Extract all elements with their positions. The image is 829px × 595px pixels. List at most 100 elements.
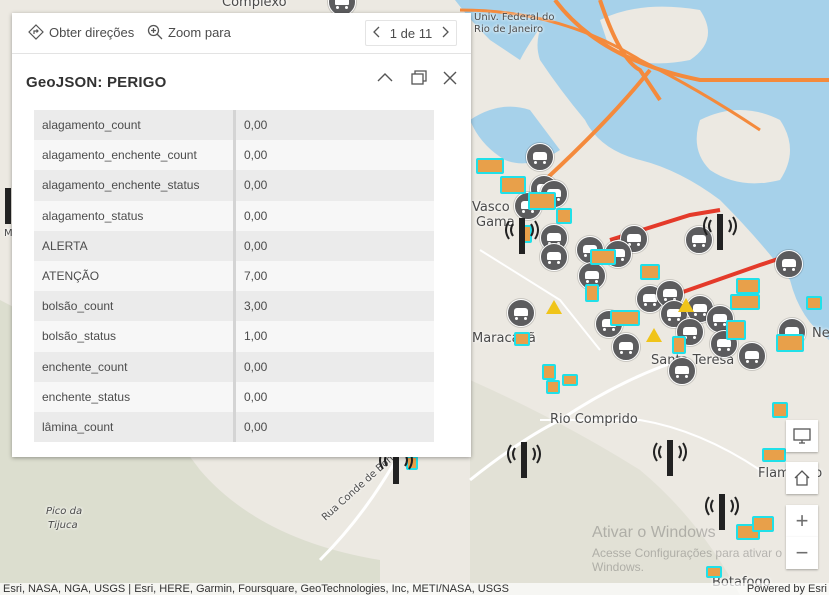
table-row: alagamento_count 0,00 — [34, 110, 434, 141]
tower-icon[interactable] — [506, 438, 542, 482]
label-complexo: Complexo — [222, 0, 287, 10]
attribute-value: 0,00 — [234, 140, 434, 171]
car-marker[interactable] — [668, 357, 696, 385]
tower-icon[interactable] — [702, 210, 738, 254]
feature-pager: 1 de 11 — [365, 20, 457, 46]
attribute-value: 7,00 — [234, 260, 434, 292]
warning-icon[interactable] — [546, 300, 562, 314]
attribute-key: alagamento_status — [34, 200, 236, 231]
table-row: lâmina_count 0,00 — [34, 411, 434, 443]
windows-watermark-title: Ativar o Windows — [592, 524, 716, 541]
attribute-key: enchente_status — [34, 381, 236, 412]
chevron-left-icon — [373, 26, 380, 37]
attribute-value: 0,00 — [234, 110, 434, 141]
tower-icon[interactable] — [504, 214, 540, 258]
popup-title: GeoJSON: PERIGO — [26, 74, 167, 91]
home-button[interactable] — [786, 462, 818, 494]
alert-marker[interactable] — [776, 334, 804, 352]
table-row: bolsão_status 1,00 — [34, 321, 434, 352]
alert-marker[interactable] — [590, 249, 616, 265]
zoom-to-button[interactable]: Zoom para — [147, 24, 231, 40]
home-icon — [794, 470, 810, 486]
alert-marker[interactable] — [610, 310, 640, 326]
car-marker[interactable] — [540, 243, 568, 271]
alert-marker[interactable] — [752, 516, 774, 532]
table-row: bolsão_count 3,00 — [34, 291, 434, 322]
alert-marker[interactable] — [546, 380, 560, 394]
attribute-key: bolsão_count — [34, 291, 236, 322]
attribute-key: alagamento_enchente_count — [34, 140, 236, 171]
alert-marker[interactable] — [772, 402, 788, 418]
zoom-out-button[interactable]: − — [786, 537, 818, 569]
zoom-in-glyph: + — [795, 508, 809, 533]
close-icon[interactable] — [441, 69, 459, 87]
table-row: ALERTA 0,00 — [34, 230, 434, 261]
popup-header: GeoJSON: PERIGO — [12, 53, 471, 108]
alert-marker[interactable] — [476, 158, 504, 174]
attribute-key: bolsão_status — [34, 321, 236, 352]
car-marker[interactable] — [738, 342, 766, 370]
car-marker[interactable] — [507, 299, 535, 327]
attribute-value: 0,00 — [234, 381, 434, 412]
label-univ-line2: Rio de Janeiro — [474, 24, 544, 35]
attributes-table-container[interactable]: alagamento_count 0,00 alagamento_enchente… — [34, 110, 456, 444]
zoom-to-label: Zoom para — [168, 24, 231, 40]
attribute-key: ALERTA — [34, 230, 236, 261]
table-row: enchente_status 0,00 — [34, 381, 434, 412]
pager-text: 1 de 11 — [389, 25, 433, 41]
alert-marker[interactable] — [672, 336, 686, 354]
label-pico-line2: Tijuca — [48, 520, 78, 531]
alert-marker[interactable] — [500, 176, 526, 194]
label-pico-line1: Pico da — [46, 506, 83, 517]
tower-icon[interactable] — [652, 436, 688, 480]
screen-button[interactable] — [786, 420, 818, 452]
directions-icon — [28, 24, 44, 40]
chevron-right-icon — [442, 26, 449, 37]
attribute-key: alagamento_enchente_status — [34, 170, 236, 201]
table-row: ATENÇÃO 7,00 — [34, 260, 434, 292]
alert-marker[interactable] — [726, 320, 746, 340]
next-feature-button[interactable] — [434, 26, 456, 41]
powered-by-esri[interactable]: Powered by Esri — [747, 583, 827, 595]
car-marker[interactable] — [526, 143, 554, 171]
label-rio-comprido: Rio Comprido — [550, 412, 638, 427]
alert-marker[interactable] — [806, 296, 822, 310]
table-row: alagamento_status 0,00 — [34, 200, 434, 231]
attribute-key: enchente_count — [34, 351, 236, 382]
zoom-in-button[interactable]: + — [786, 505, 818, 537]
warning-icon[interactable] — [646, 328, 662, 342]
warning-icon[interactable] — [678, 298, 694, 312]
screen-icon — [793, 428, 811, 444]
alert-marker[interactable] — [542, 364, 556, 380]
attribute-value: 0,00 — [234, 411, 434, 443]
alert-marker[interactable] — [514, 332, 530, 346]
alert-marker[interactable] — [736, 278, 760, 294]
attribution-text[interactable]: Esri, NASA, NGA, USGS | Esri, HERE, Garm… — [3, 583, 509, 595]
attribute-value: 0,00 — [234, 351, 434, 382]
alert-marker[interactable] — [562, 374, 578, 386]
previous-feature-button[interactable] — [366, 26, 388, 41]
attributes-table: alagamento_count 0,00 alagamento_enchente… — [34, 110, 434, 443]
feature-popup: Obter direções Zoom para 1 de 11 GeoJSON… — [12, 13, 471, 457]
directions-label: Obter direções — [49, 24, 135, 40]
zoom-out-glyph: − — [795, 540, 809, 565]
table-row: enchente_count 0,00 — [34, 351, 434, 382]
attribute-key: lâmina_count — [34, 411, 236, 443]
car-marker[interactable] — [612, 333, 640, 361]
popup-toolbar: Obter direções Zoom para 1 de 11 — [12, 13, 471, 54]
alert-marker[interactable] — [640, 264, 660, 280]
label-univ-line1: Univ. Federal do — [474, 12, 555, 23]
alert-marker[interactable] — [528, 192, 556, 210]
alert-marker[interactable] — [762, 448, 786, 462]
attribution-bar: Esri, NASA, NGA, USGS | Esri, HERE, Garm… — [0, 583, 829, 595]
attribute-key: ATENÇÃO — [34, 260, 236, 292]
collapse-icon[interactable] — [376, 69, 394, 87]
alert-marker[interactable] — [585, 284, 599, 302]
directions-button[interactable]: Obter direções — [28, 24, 134, 40]
alert-marker[interactable] — [556, 208, 572, 224]
alert-marker[interactable] — [730, 294, 760, 310]
attribute-value: 3,00 — [234, 291, 434, 322]
car-marker[interactable] — [775, 250, 803, 278]
dock-icon[interactable] — [410, 69, 428, 87]
label-ne: Ne — [812, 326, 829, 341]
